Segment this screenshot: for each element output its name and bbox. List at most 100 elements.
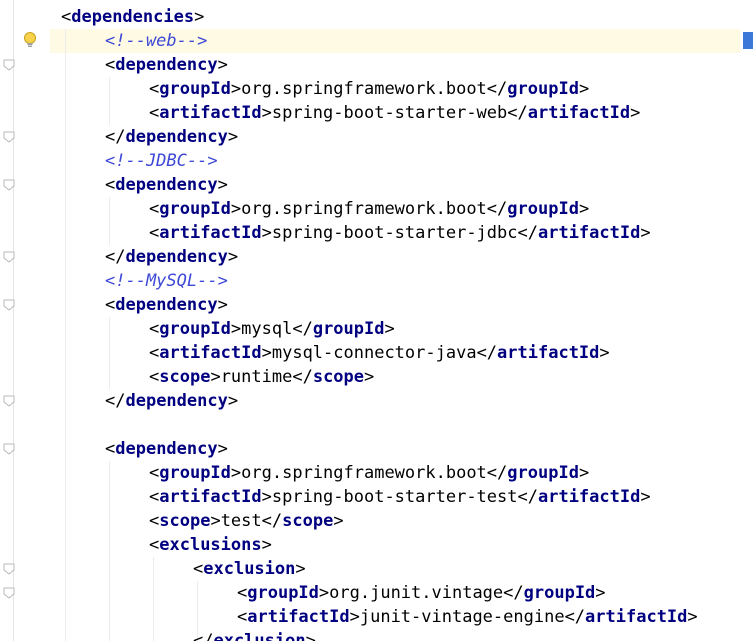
xml-punctuation: < xyxy=(149,223,160,243)
xml-tag-name: dependency xyxy=(115,55,218,75)
xml-punctuation: > xyxy=(227,127,239,147)
editor-gutter[interactable] xyxy=(0,0,50,641)
xml-punctuation: > xyxy=(210,367,221,387)
xml-punctuation: < xyxy=(149,487,160,507)
xml-punctuation: </ xyxy=(292,367,313,387)
code-line[interactable]: </dependency> xyxy=(105,245,238,269)
xml-punctuation: > xyxy=(261,223,272,243)
code-line[interactable]: <dependencies> xyxy=(61,5,204,29)
xml-tag-name: dependencies xyxy=(71,7,195,27)
xml-punctuation: </ xyxy=(564,607,586,627)
xml-punctuation: > xyxy=(230,463,242,483)
xml-punctuation: > xyxy=(305,631,316,641)
fold-icon[interactable] xyxy=(3,59,15,71)
xml-tag-name: artifactId xyxy=(527,103,631,123)
code-line[interactable]: </exclusion> xyxy=(193,629,316,641)
code-line[interactable]: <groupId>org.springframework.boot</group… xyxy=(149,197,589,221)
xml-punctuation: </ xyxy=(507,103,528,123)
code-line[interactable]: <exclusions> xyxy=(149,533,272,557)
xml-punctuation: < xyxy=(193,559,204,579)
code-line[interactable]: <groupId>org.junit.vintage</groupId> xyxy=(237,581,606,605)
fold-icon[interactable] xyxy=(3,563,15,575)
indent-guide-line xyxy=(109,197,110,245)
xml-tag-name: groupId xyxy=(159,319,231,339)
code-line[interactable]: <artifactId>spring-boot-starter-test</ar… xyxy=(149,485,651,509)
xml-tag-name: scope xyxy=(159,511,211,531)
code-line[interactable]: <!--web--> xyxy=(105,29,207,53)
xml-tag-name: groupId xyxy=(507,199,579,219)
fold-icon[interactable] xyxy=(3,443,15,455)
code-line[interactable]: </dependency> xyxy=(105,125,238,149)
xml-tag-name: artifactId xyxy=(537,223,641,243)
code-line[interactable]: <dependency> xyxy=(105,293,228,317)
xml-text-value: test xyxy=(220,511,262,531)
fold-icon[interactable] xyxy=(3,131,15,143)
code-line[interactable]: <!--MySQL--> xyxy=(105,269,228,293)
xml-tag-name: artifactId xyxy=(585,607,688,627)
code-editor[interactable]: <dependencies> <!--web--> <dependency> <gro… xyxy=(0,0,753,641)
xml-tag-name: dependency xyxy=(125,247,228,267)
code-line[interactable]: <groupId>org.springframework.boot</group… xyxy=(149,77,589,101)
xml-punctuation: < xyxy=(105,55,116,75)
xml-punctuation: </ xyxy=(503,583,524,603)
xml-punctuation: </ xyxy=(486,463,508,483)
xml-punctuation: > xyxy=(227,391,239,411)
xml-tag-name: groupId xyxy=(159,79,231,99)
xml-tag-name: dependency xyxy=(115,175,218,195)
xml-comment: <!--web--> xyxy=(105,31,208,51)
xml-punctuation: > xyxy=(230,199,242,219)
xml-punctuation: > xyxy=(210,511,221,531)
fold-icon[interactable] xyxy=(3,179,15,191)
xml-punctuation: </ xyxy=(105,391,126,411)
code-line[interactable]: <groupId>org.springframework.boot</group… xyxy=(149,461,589,485)
xml-punctuation: > xyxy=(640,487,651,507)
code-line[interactable]: </dependency> xyxy=(105,389,238,413)
xml-tag-name: dependency xyxy=(125,391,228,411)
code-line[interactable]: <artifactId>mysql-connector-java</artifa… xyxy=(149,341,610,365)
intention-bulb-icon[interactable] xyxy=(23,31,37,49)
xml-text-value: org.springframework.boot xyxy=(241,199,487,219)
code-line[interactable]: <artifactId>spring-boot-starter-web</art… xyxy=(149,101,640,125)
xml-punctuation: > xyxy=(261,343,272,363)
xml-punctuation: > xyxy=(217,295,228,315)
xml-tag-name: groupId xyxy=(159,199,231,219)
xml-punctuation: > xyxy=(261,535,272,555)
code-line[interactable]: <!--JDBC--> xyxy=(105,149,218,173)
xml-punctuation: > xyxy=(595,583,606,603)
xml-tag-name: scope xyxy=(312,367,365,387)
fold-icon[interactable] xyxy=(3,587,15,599)
xml-text-value: org.junit.vintage xyxy=(329,583,504,603)
code-line[interactable]: <artifactId>spring-boot-starter-jdbc</ar… xyxy=(149,221,651,245)
code-line[interactable]: <dependency> xyxy=(105,437,228,461)
code-line[interactable]: <scope>test</scope> xyxy=(149,509,344,533)
fold-icon[interactable] xyxy=(3,395,15,407)
xml-punctuation: > xyxy=(333,511,344,531)
xml-punctuation: > xyxy=(599,343,610,363)
scrollbar-marker[interactable] xyxy=(743,32,753,49)
fold-icon[interactable] xyxy=(3,299,15,311)
code-line[interactable]: <dependency> xyxy=(105,173,228,197)
xml-tag-name: dependency xyxy=(115,295,218,315)
xml-tag-name: exclusion xyxy=(213,631,306,641)
fold-icon[interactable] xyxy=(3,251,15,263)
xml-text-value: mysql xyxy=(241,319,293,339)
xml-tag-name: artifactId xyxy=(497,343,600,363)
xml-punctuation: > xyxy=(230,79,242,99)
xml-tag-name: dependency xyxy=(115,439,218,459)
xml-punctuation: < xyxy=(105,175,116,195)
xml-text-value: spring-boot-starter-test xyxy=(271,487,518,507)
code-line[interactable]: <scope>runtime</scope> xyxy=(149,365,374,389)
indent-guide-line xyxy=(109,317,110,389)
code-line[interactable]: <dependency> xyxy=(105,53,228,77)
xml-punctuation: < xyxy=(149,319,160,339)
gutter-divider xyxy=(13,0,14,641)
xml-tag-name: scope xyxy=(159,367,211,387)
code-line[interactable]: <exclusion> xyxy=(193,557,306,581)
indent-guide-line xyxy=(109,77,110,125)
xml-punctuation: > xyxy=(261,103,272,123)
code-line[interactable]: <artifactId>junit-vintage-engine</artifa… xyxy=(237,605,698,629)
code-line[interactable]: <groupId>mysql</groupId> xyxy=(149,317,395,341)
xml-punctuation: < xyxy=(149,463,160,483)
indent-guide-line xyxy=(153,557,154,641)
xml-text-value: org.springframework.boot xyxy=(241,79,487,99)
